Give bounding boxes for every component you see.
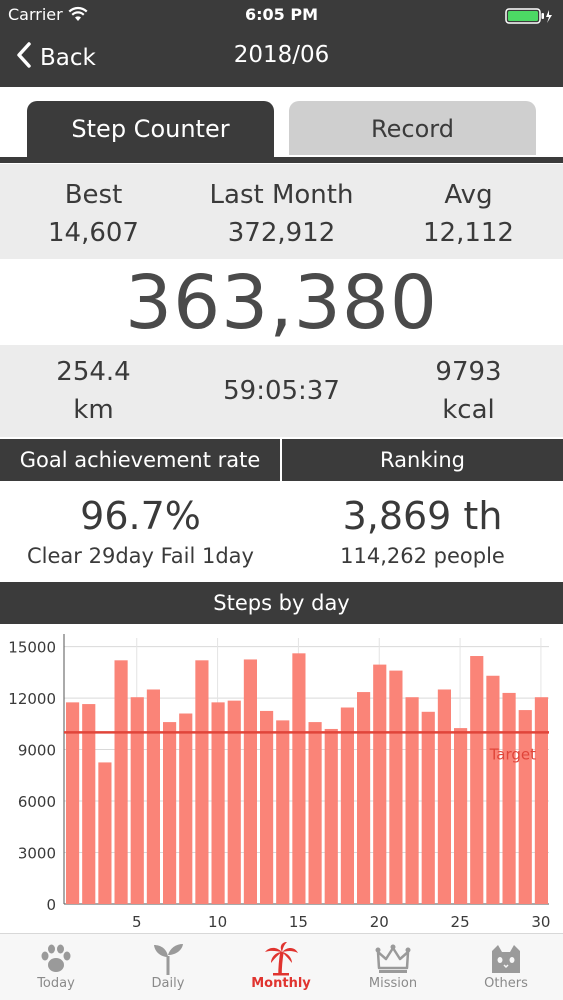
- calories-value: 9793: [435, 357, 502, 387]
- crown-icon: [337, 942, 449, 976]
- bar: [518, 710, 532, 904]
- steps-by-day-chart: 0 3000 6000 9000 12000 15000 5 10 15 20 25 30 Target: [8, 634, 550, 931]
- y-tick-label: 12000: [8, 690, 56, 708]
- bar: [389, 670, 403, 904]
- x-tick-label: 20: [370, 913, 389, 931]
- avg-stat: Avg 12,112: [375, 176, 562, 252]
- bar: [130, 697, 144, 904]
- distance-unit: km: [73, 395, 114, 425]
- status-bar: Carrier 6:05 PM: [0, 5, 563, 27]
- activity-stats: 254.4 km 59:05:37 9793 kcal: [0, 345, 563, 437]
- goal-panel: 96.7% Clear 29day Fail 1day: [0, 481, 281, 571]
- bar: [486, 675, 500, 904]
- x-tick-label: 10: [208, 913, 227, 931]
- tab-record[interactable]: Record: [289, 101, 536, 155]
- goal-detail: Clear 29day Fail 1day: [27, 544, 254, 568]
- ranking-panel: 3,869 th 114,262 people: [282, 481, 563, 571]
- tab-step-counter[interactable]: Step Counter: [27, 101, 274, 157]
- goal-header: Goal achievement rate: [19, 448, 261, 472]
- clock: 6:05 PM: [244, 5, 318, 24]
- bar: [405, 697, 419, 904]
- duration-value: 59:05:37: [223, 376, 340, 406]
- bar: [470, 656, 484, 904]
- ranking-value: 3,869 th: [342, 494, 503, 538]
- y-tick-label: 15000: [8, 639, 56, 657]
- tabbar-item-others[interactable]: Others: [450, 942, 562, 991]
- avg-value: 12,112: [423, 218, 514, 248]
- bar: [534, 697, 548, 904]
- bar: [502, 692, 516, 904]
- total-steps: 363,380: [0, 259, 563, 346]
- bar: [276, 720, 290, 904]
- bar: [98, 762, 112, 904]
- top-bar: Carrier 6:05 PM Back 2018/06: [0, 0, 563, 87]
- bar: [114, 660, 128, 904]
- bar: [421, 711, 435, 904]
- goal-ranking-header: Goal achievement rate Ranking: [0, 439, 563, 481]
- ranking-header: Ranking: [380, 448, 465, 472]
- target-label: Target: [489, 745, 537, 763]
- x-tick-label: 5: [132, 913, 142, 931]
- tabbar-label-today: Today: [37, 976, 75, 991]
- battery-icon: [505, 8, 553, 24]
- tabbar-item-monthly[interactable]: Monthly: [225, 942, 337, 991]
- summary-stats: Best 14,607 Last Month 372,912 Avg 12,11…: [0, 164, 563, 259]
- bar: [340, 707, 354, 904]
- bar: [437, 689, 451, 904]
- bar: [357, 692, 371, 904]
- distance-value: 254.4: [56, 357, 131, 387]
- bar: [260, 710, 274, 904]
- bar: [373, 664, 387, 904]
- goal-ranking-values: 96.7% Clear 29day Fail 1day 3,869 th 114…: [0, 481, 563, 581]
- chart-header: Steps by day: [0, 582, 563, 624]
- tabbar-label-monthly: Monthly: [251, 976, 311, 991]
- goal-rate: 96.7%: [80, 494, 201, 538]
- tabbar-label-mission: Mission: [368, 976, 418, 991]
- best-value: 14,607: [48, 218, 139, 248]
- y-tick-label: 0: [46, 896, 56, 914]
- best-label: Best: [64, 180, 123, 210]
- sprout-icon: [112, 942, 224, 976]
- tabbar-item-daily[interactable]: Daily: [112, 942, 224, 991]
- tabbar-item-today[interactable]: Today: [0, 942, 112, 991]
- cat-icon: [450, 942, 562, 976]
- nav-bar: Back 2018/06: [0, 38, 563, 78]
- bar: [146, 689, 160, 904]
- avg-label: Avg: [444, 180, 493, 210]
- bar: [308, 722, 322, 904]
- tabbar-item-mission[interactable]: Mission: [337, 942, 449, 991]
- bar: [195, 660, 209, 904]
- bar: [163, 722, 177, 904]
- last-month-stat: Last Month 372,912: [188, 176, 375, 252]
- best-stat: Best 14,607: [0, 176, 187, 252]
- bottom-tab-bar: Today Daily Monthly Mission Others: [0, 933, 563, 1000]
- ranking-people: 114,262 people: [340, 544, 505, 568]
- segment-tabs: Step Counter Record: [0, 87, 563, 164]
- page-title: 2018/06: [233, 42, 330, 68]
- x-tick-label: 25: [451, 913, 470, 931]
- palm-tree-icon: [225, 942, 337, 976]
- x-tick-label: 30: [531, 913, 550, 931]
- bar: [292, 653, 306, 904]
- duration-stat: 59:05:37: [188, 372, 375, 410]
- y-tick-label: 6000: [18, 793, 56, 811]
- last-month-value: 372,912: [227, 218, 336, 248]
- bar: [324, 728, 338, 904]
- calories-stat: 9793 kcal: [375, 353, 562, 429]
- y-tick-label: 9000: [18, 742, 56, 760]
- paw-icon: [0, 942, 112, 976]
- tabbar-label-others: Others: [484, 976, 528, 991]
- distance-stat: 254.4 km: [0, 353, 187, 429]
- calories-unit: kcal: [442, 395, 495, 425]
- bar: [179, 713, 193, 904]
- last-month-label: Last Month: [209, 180, 354, 210]
- y-tick-label: 3000: [18, 845, 56, 863]
- x-tick-label: 15: [289, 913, 308, 931]
- tabbar-label-daily: Daily: [151, 976, 185, 991]
- bar: [82, 704, 96, 904]
- tab-baseline: [0, 157, 563, 163]
- steps-chart: 0 3000 6000 9000 12000 15000 5 10 15 20 25 30 Target: [0, 624, 563, 933]
- bar: [243, 659, 257, 904]
- bar: [454, 728, 468, 904]
